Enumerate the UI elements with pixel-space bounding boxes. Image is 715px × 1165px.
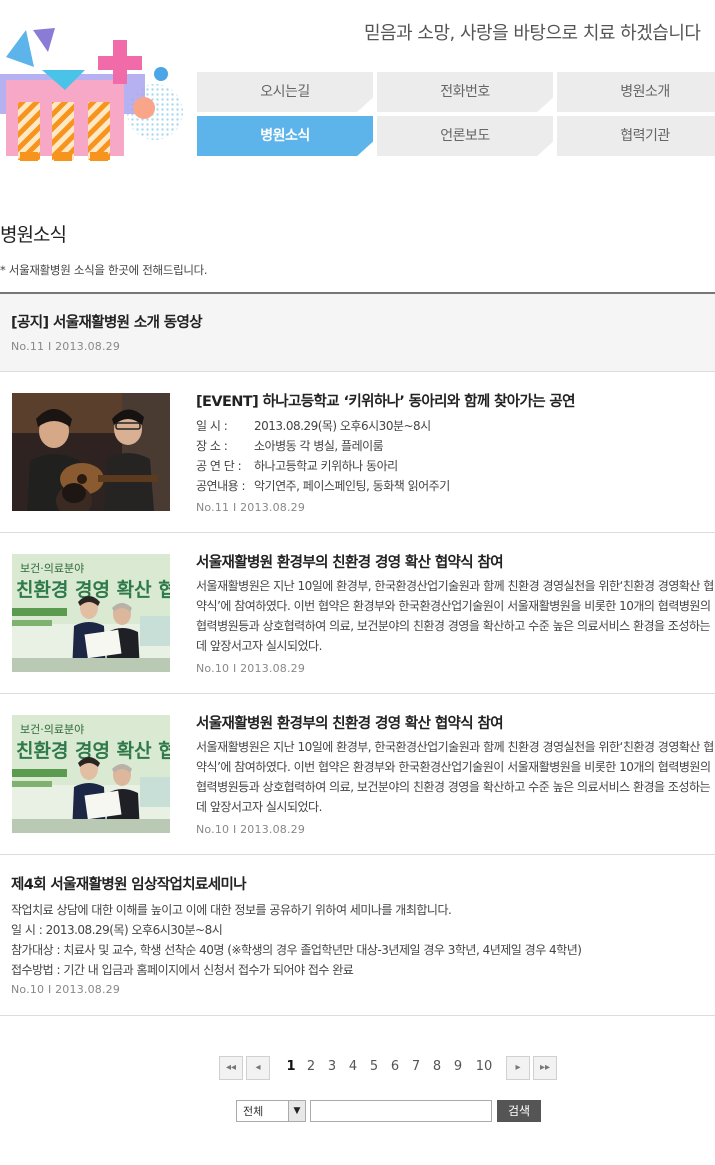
post-line: 접수방법 : 기간 내 입금과 홈페이지에서 신청서 접수가 되어야 접수 완료 [11, 963, 354, 977]
page-link[interactable]: 4 [347, 1059, 359, 1074]
header-slogan: 믿음과 소망, 사랑을 바탕으로 치료 하겠습니다 [364, 23, 701, 44]
page-link[interactable]: 3 [326, 1059, 338, 1074]
info-line: 공연내용 : 악기연주, 페이스페인팅, 동화책 읽어주기 [196, 476, 450, 496]
post-meta: No.10 I 2013.08.29 [196, 823, 306, 836]
post-meta: No.10 I 2013.08.29 [196, 662, 306, 675]
list-item[interactable]: 제4회 서울재활병원 임상작업치료세미나 작업치료 상담에 대한 이해를 높이고… [0, 855, 715, 1016]
post-excerpt: 서울재활병원은 지난 10일에 환경부, 한국환경산업기술원과 함께 친환경 경… [196, 579, 714, 653]
prev-page-button[interactable]: ◂ [246, 1056, 270, 1080]
post-meta: No.10 I 2013.08.29 [11, 983, 121, 996]
page-link-current[interactable]: 1 [285, 1059, 297, 1074]
info-line: 일 시 : 2013.08.29(목) 오후6시30분~8시 [196, 416, 450, 436]
double-chevron-left-icon: ◂◂ [225, 1062, 237, 1073]
nav-item-news[interactable]: 병원소식 [197, 116, 373, 156]
info-line: 공 연 단 : 하나고등학교 키위하나 동아리 [196, 456, 450, 476]
post-event-info: 일 시 : 2013.08.29(목) 오후6시30분~8시 장 소 : 소아병동 … [196, 416, 450, 496]
list-item[interactable]: 보건·의료분야 친환경 경영 확산 협약식 서울재활병원 환경부의 친환경 경영… [0, 533, 715, 694]
post-title[interactable]: 제4회 서울재활병원 임상작업치료세미나 [11, 873, 247, 894]
nav-item-partners[interactable]: 협력기관 [557, 116, 715, 156]
page-link[interactable]: 2 [305, 1059, 317, 1074]
last-page-button[interactable]: ▸▸ [533, 1056, 557, 1080]
page-title: 병원소식 [0, 224, 67, 246]
info-label: 장 소 : [196, 439, 228, 453]
page-description: * 서울재활병원 소식을 한곳에 전해드립니다. [0, 263, 208, 277]
first-page-button[interactable]: ◂◂ [219, 1056, 243, 1080]
post-meta: No.11 I 2013.08.29 [11, 340, 121, 353]
nav-item-phone[interactable]: 전화번호 [377, 72, 553, 112]
search-input[interactable] [310, 1100, 492, 1122]
list-item[interactable]: 보건·의료분야 친환경 경영 확산 협약식 서울재활병원 환경부의 친환경 경영… [0, 694, 715, 855]
info-label: 공 연 단 : [196, 459, 242, 473]
ceremony-photo: 보건·의료분야 친환경 경영 확산 협약식 [12, 554, 170, 672]
post-thumbnail[interactable]: 보건·의료분야 친환경 경영 확산 협약식 [12, 715, 170, 833]
post-line: 일 시 : 2013.08.29(목) 오후6시30분~8시 [11, 923, 223, 937]
next-page-button[interactable]: ▸ [506, 1056, 530, 1080]
double-chevron-right-icon: ▸▸ [539, 1062, 551, 1073]
info-line: 장 소 : 소아병동 각 병실, 플레이룸 [196, 436, 450, 456]
pagination: ◂◂ ◂ 1 2 3 4 5 6 7 8 9 10 ▸ ▸▸ [219, 1056, 559, 1080]
post-line: 작업치료 상담에 대한 이해를 높이고 이에 대한 정보를 공유하기 위하여 세… [11, 903, 452, 917]
post-line: 참가대상 : 치료사 및 교수, 학생 선착순 40명 (※학생의 경우 졸업학… [11, 943, 582, 957]
info-value: 소아병동 각 병실, 플레이룸 [254, 439, 384, 453]
page-link[interactable]: 9 [452, 1059, 464, 1074]
hospital-logo[interactable] [0, 22, 190, 167]
list-item-notice[interactable]: [공지] 서울재활병원 소개 동영상 No.11 I 2013.08.29 [0, 294, 715, 372]
page-link[interactable]: 8 [431, 1059, 443, 1074]
list-item[interactable]: [EVENT] 하나고등학교 ‘키위하나’ 동아리와 함께 찾아가는 공연 일 … [0, 372, 715, 533]
info-value: 하나고등학교 키위하나 동아리 [254, 459, 398, 473]
post-thumbnail[interactable] [12, 393, 170, 511]
page-link[interactable]: 7 [410, 1059, 422, 1074]
search-button[interactable]: 검색 [497, 1100, 541, 1122]
post-title[interactable]: 서울재활병원 환경부의 친환경 경영 확산 협약식 참여 [196, 551, 504, 572]
info-label: 일 시 : [196, 419, 228, 433]
page-link[interactable]: 10 [472, 1059, 496, 1074]
info-label: 공연내용 : [196, 479, 246, 493]
search-scope-value: 전체 [243, 1105, 264, 1118]
nav-item-about[interactable]: 병원소개 [557, 72, 715, 112]
info-value: 2013.08.29(목) 오후6시30분~8시 [254, 419, 431, 433]
nav-item-directions[interactable]: 오시는길 [197, 72, 373, 112]
banner-top-text: 보건·의료분야 [20, 723, 84, 736]
dropdown-arrow-icon[interactable]: ▼ [288, 1101, 305, 1121]
info-value: 악기연주, 페이스페인팅, 동화책 읽어주기 [254, 479, 450, 493]
page-link[interactable]: 5 [368, 1059, 380, 1074]
post-meta: No.11 I 2013.08.29 [196, 501, 306, 514]
nav-item-press[interactable]: 언론보도 [377, 116, 553, 156]
page-link[interactable]: 6 [389, 1059, 401, 1074]
post-title[interactable]: 서울재활병원 환경부의 친환경 경영 확산 협약식 참여 [196, 712, 504, 733]
post-thumbnail[interactable]: 보건·의료분야 친환경 경영 확산 협약식 [12, 554, 170, 672]
post-title[interactable]: [EVENT] 하나고등학교 ‘키위하나’ 동아리와 함께 찾아가는 공연 [196, 390, 576, 411]
banner-top-text: 보건·의료분야 [20, 562, 84, 575]
post-excerpt: 작업치료 상담에 대한 이해를 높이고 이에 대한 정보를 공유하기 위하여 세… [11, 900, 711, 980]
post-title[interactable]: [공지] 서울재활병원 소개 동영상 [11, 311, 203, 332]
chevron-left-icon: ◂ [255, 1062, 261, 1073]
post-excerpt: 서울재활병원은 지난 10일에 환경부, 한국환경산업기술원과 함께 친환경 경… [196, 740, 714, 814]
concert-photo [12, 393, 170, 511]
search-scope-select[interactable]: 전체 ▼ [236, 1100, 306, 1122]
chevron-right-icon: ▸ [515, 1062, 521, 1073]
ceremony-photo: 보건·의료분야 친환경 경영 확산 협약식 [12, 715, 170, 833]
